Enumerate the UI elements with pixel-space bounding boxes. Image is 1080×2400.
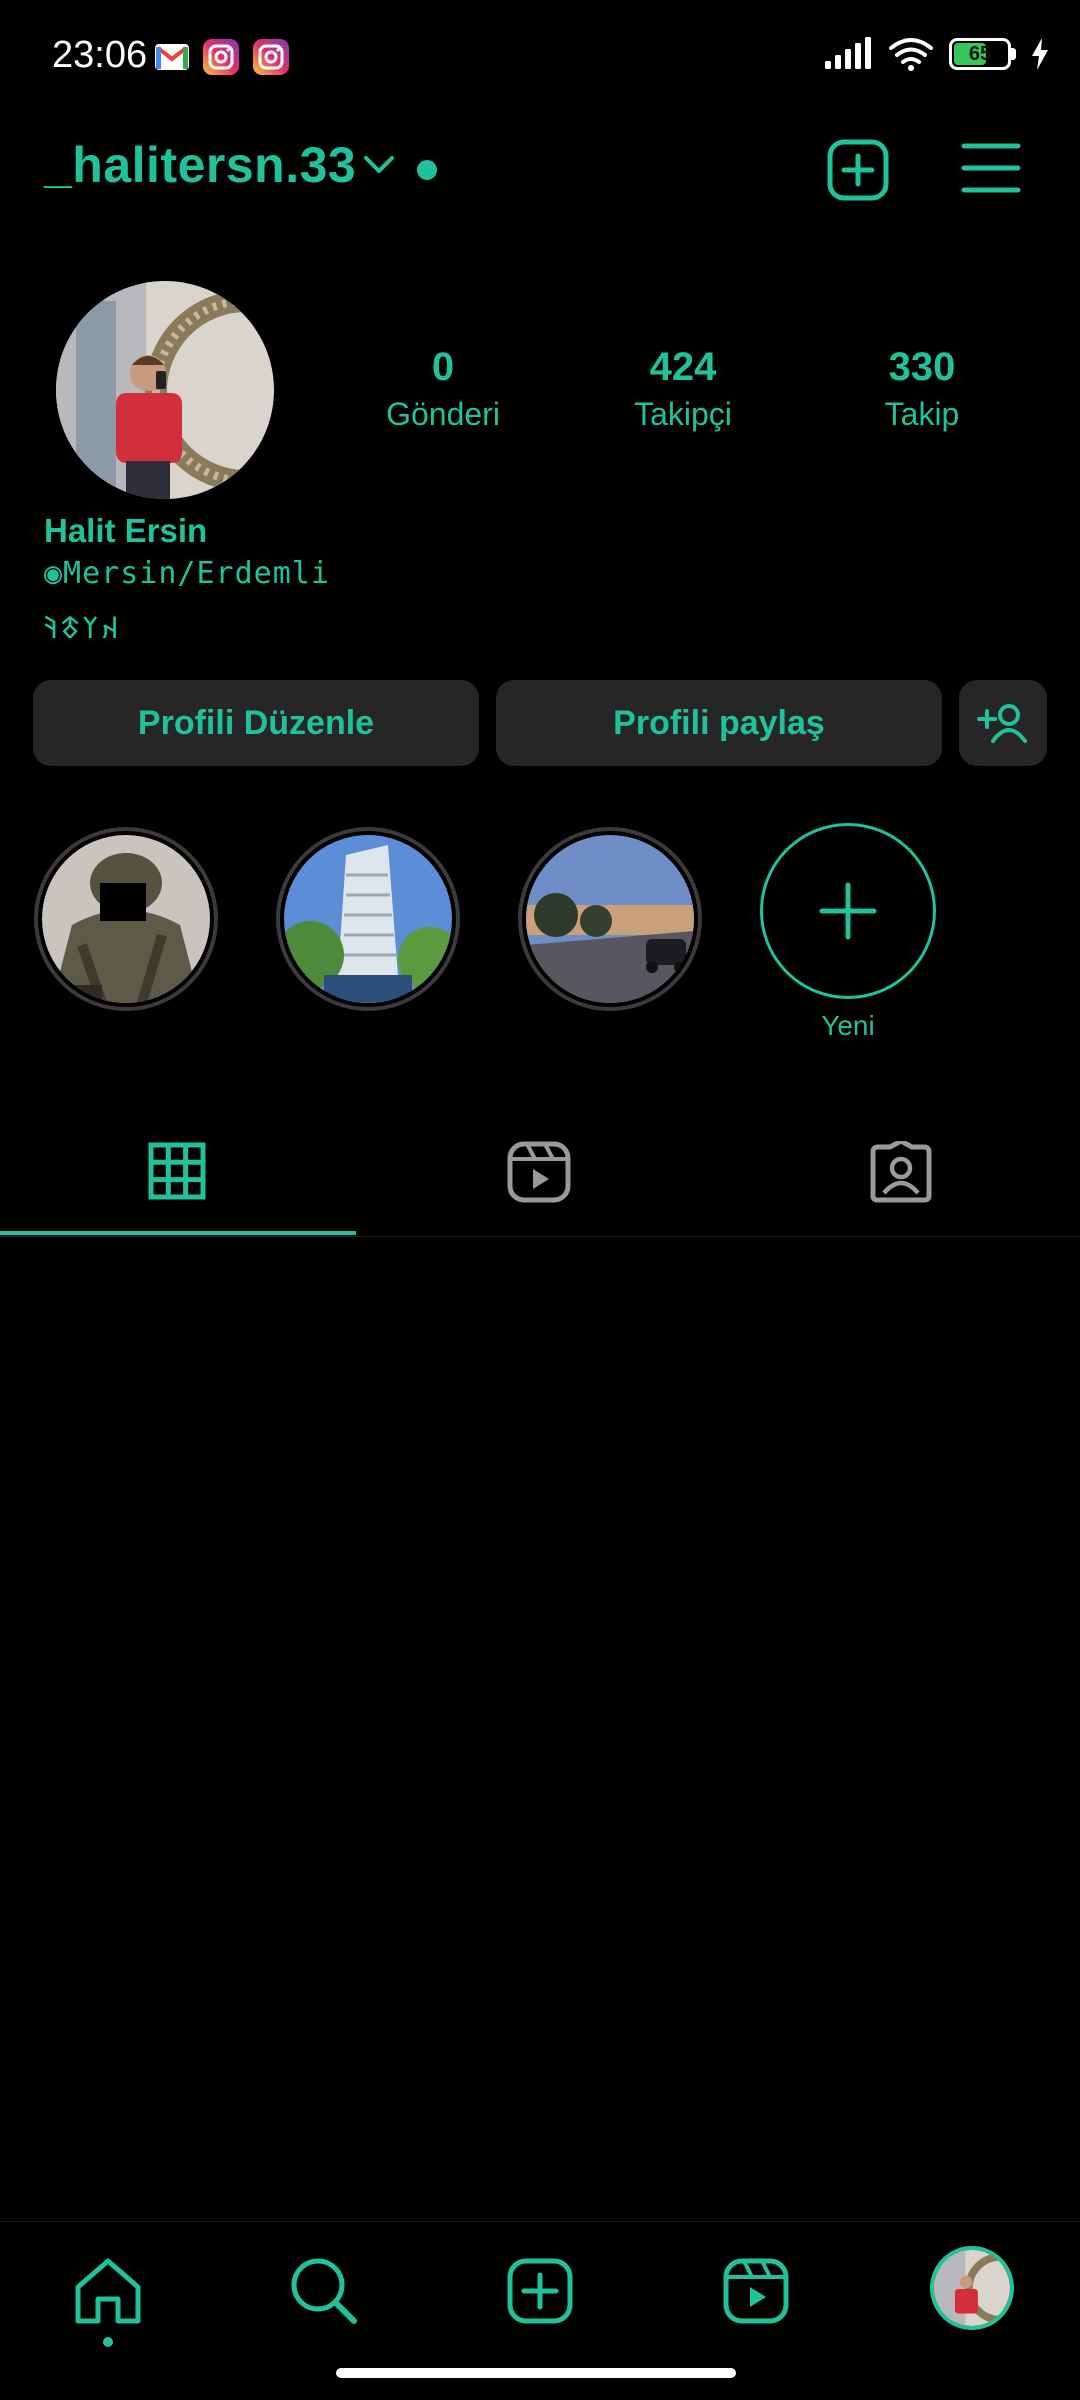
reels-icon[interactable]	[720, 2255, 792, 2327]
home-indicator[interactable]	[336, 2368, 736, 2378]
charging-icon	[1032, 38, 1048, 70]
battery-icon: 65	[949, 38, 1011, 70]
menu-icon[interactable]	[960, 140, 1022, 196]
stat-posts-count: 0	[431, 345, 455, 389]
create-post-icon[interactable]	[826, 138, 890, 202]
edit-profile-button[interactable]: Profili Düzenle	[33, 680, 479, 766]
bio-text: 𐰴𐰠𐱃𐰚	[44, 611, 121, 646]
signal-icon	[825, 37, 871, 69]
stat-followers-count: 424	[649, 345, 717, 389]
stat-followers[interactable]: 424 Takipçi	[583, 345, 783, 433]
battery-level: 65	[968, 42, 992, 65]
add-person-icon	[977, 704, 1027, 743]
reels-tab-icon[interactable]	[507, 1141, 571, 1203]
bio-location: ◉Mersin/Erdemli	[44, 556, 330, 591]
search-icon[interactable]	[288, 2255, 360, 2327]
stat-following[interactable]: 330 Takip	[822, 345, 1022, 433]
account-switcher-username[interactable]: _halitersn.33	[44, 136, 356, 194]
profile-nav-avatar[interactable]	[930, 2246, 1014, 2330]
instagram-icon	[253, 39, 289, 75]
tab-active-indicator	[0, 1231, 356, 1235]
discover-people-button[interactable]	[959, 680, 1047, 766]
stat-posts-label: Gönderi	[386, 396, 500, 432]
status-time: 23:06	[52, 34, 148, 76]
wifi-icon	[889, 38, 933, 71]
gmail-icon	[155, 44, 189, 70]
story-highlight[interactable]	[34, 827, 218, 1011]
stat-following-label: Takip	[884, 396, 960, 432]
divider	[0, 2221, 1080, 2222]
plus-icon	[819, 882, 877, 940]
stat-posts[interactable]: 0 Gönderi	[343, 345, 543, 433]
notification-dot	[103, 2337, 113, 2347]
instagram-icon	[203, 39, 239, 75]
full-name: Halit Ersin	[44, 512, 208, 549]
stat-followers-label: Takipçi	[634, 396, 732, 432]
new-highlight-label: Yeni	[821, 1010, 875, 1041]
tagged-tab-icon[interactable]	[870, 1141, 932, 1203]
share-profile-button[interactable]: Profili paylaş	[496, 680, 942, 766]
grid-icon[interactable]	[148, 1142, 206, 1200]
stat-following-count: 330	[888, 345, 956, 389]
status-icons: 65	[823, 36, 1050, 72]
divider	[0, 1236, 1080, 1237]
story-highlight[interactable]	[518, 827, 702, 1011]
story-highlight[interactable]	[276, 827, 460, 1011]
new-highlight-button[interactable]	[760, 823, 936, 999]
chevron-down-icon[interactable]	[362, 154, 396, 176]
create-icon[interactable]	[504, 2255, 576, 2327]
profile-avatar[interactable]	[56, 281, 274, 499]
status-dot	[417, 160, 437, 180]
home-icon[interactable]	[72, 2255, 144, 2327]
